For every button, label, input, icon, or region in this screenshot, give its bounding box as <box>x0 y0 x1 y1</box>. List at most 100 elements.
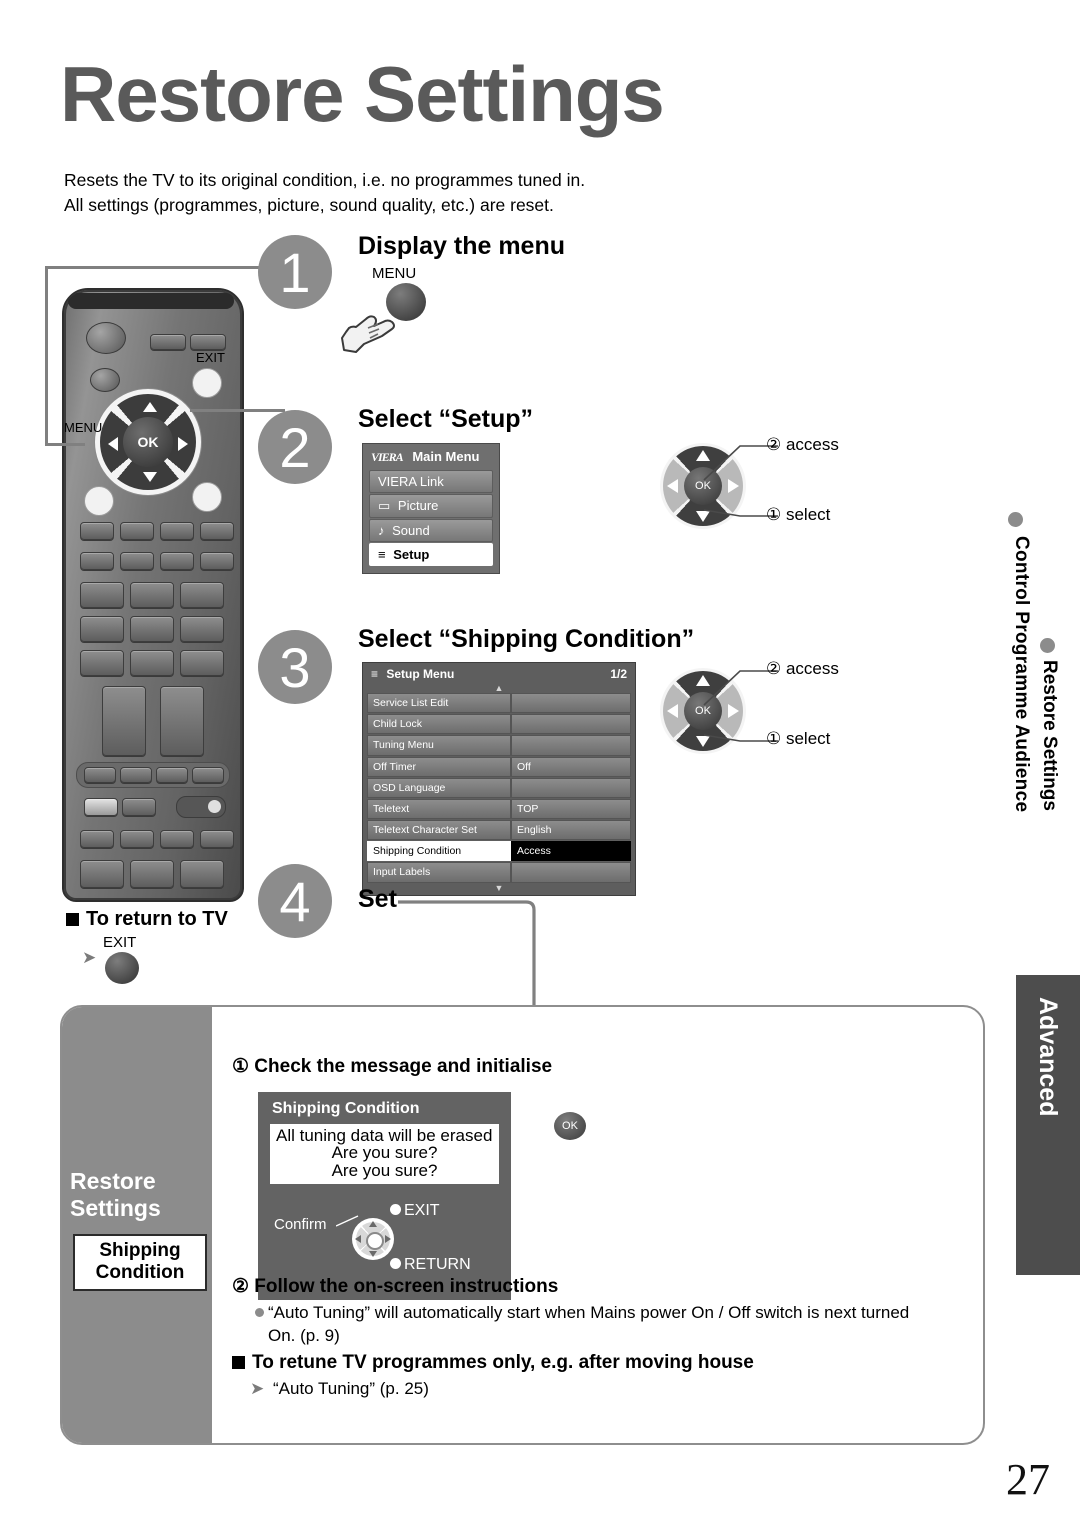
remote-key[interactable] <box>180 860 224 888</box>
dialog-return-row[interactable]: RETURN <box>390 1256 471 1274</box>
remote-key[interactable] <box>200 830 234 848</box>
remote-numeric-key[interactable] <box>180 616 224 642</box>
sidebar-tab-advanced[interactable]: Advanced <box>1016 975 1080 1275</box>
remote-key[interactable] <box>120 830 154 848</box>
remote-menu-button[interactable] <box>84 486 114 516</box>
dialog-dpad-up-icon[interactable] <box>369 1220 377 1227</box>
setup-row-name: OSD Language <box>367 777 511 798</box>
main-menu-item-label: VIERA Link <box>378 474 444 489</box>
dpad-left-icon[interactable] <box>667 479 678 493</box>
remote-key[interactable] <box>160 552 194 570</box>
main-menu-item-viera-link[interactable]: VIERA Link <box>369 470 493 493</box>
main-menu-header: VIERA Main Menu <box>363 444 499 469</box>
dialog-message: All tuning data will be erased Are you s… <box>270 1124 499 1184</box>
remote-dpad[interactable]: OK <box>94 388 202 496</box>
remote-power-button[interactable] <box>86 322 126 354</box>
setup-menu-title: Setup Menu <box>386 667 455 681</box>
remote-numeric-key[interactable] <box>80 616 124 642</box>
remote-key[interactable] <box>120 552 154 570</box>
remote-colour-key[interactable] <box>156 767 188 783</box>
bottom-note-1-text: “Auto Tuning” will automatically start w… <box>268 1303 910 1322</box>
remote-top-button-2[interactable] <box>190 334 226 350</box>
sidebar-bullet-outer-icon <box>1008 512 1023 527</box>
side-label-line1: Restore <box>70 1168 156 1194</box>
main-menu-panel: VIERA Main Menu VIERA Link ▭ Picture ♪ S… <box>362 443 500 574</box>
remote-numeric-key[interactable] <box>130 582 174 608</box>
remote-key[interactable] <box>80 860 124 888</box>
intro-line-2: All settings (programmes, picture, sound… <box>64 194 554 215</box>
scroll-up-caret-icon[interactable]: ▲ <box>363 684 635 693</box>
remote-numeric-key[interactable] <box>80 582 124 608</box>
setup-row-service-list-edit[interactable]: Service List Edit <box>367 693 631 714</box>
setup-row-input-labels[interactable]: Input Labels <box>367 862 631 883</box>
step1-menu-label: MENU <box>372 265 417 282</box>
remote-channel-rocker[interactable] <box>160 686 204 756</box>
bottom-sub-2: ② Follow the on-screen instructions <box>232 1276 559 1297</box>
remote-colour-key[interactable] <box>120 767 152 783</box>
remote-key-light[interactable] <box>84 798 118 816</box>
remote-key[interactable] <box>200 552 234 570</box>
dialog-exit-row[interactable]: EXIT <box>390 1202 440 1220</box>
dialog-dpad-center-icon[interactable] <box>366 1231 384 1250</box>
remote-dpad-right-icon[interactable] <box>178 437 188 451</box>
dialog-dpad-right-icon[interactable] <box>385 1234 391 1243</box>
remote-ok-button[interactable]: OK <box>123 417 173 467</box>
remote-dpad-left-icon[interactable] <box>108 437 118 451</box>
remote-key[interactable] <box>160 522 194 540</box>
dpad-left-icon[interactable] <box>667 704 678 718</box>
remote-key[interactable] <box>130 860 174 888</box>
setup-row-shipping-condition[interactable]: Shipping Condition Access <box>367 841 631 862</box>
remote-key[interactable] <box>80 522 114 540</box>
remote-colour-key[interactable] <box>192 767 224 783</box>
remote-numeric-key[interactable] <box>80 650 124 676</box>
remote-key[interactable] <box>160 830 194 848</box>
setup-row-value: Off <box>511 756 631 777</box>
step-1-circle: 1 <box>258 235 332 309</box>
pointing-hand-icon <box>341 315 395 353</box>
remote-top-button-1[interactable] <box>150 334 186 350</box>
main-menu-item-setup[interactable]: ≡ Setup <box>369 543 493 566</box>
setup-menu-header: ≡ Setup Menu 1/2 <box>363 663 635 684</box>
dialog-dpad-left-icon[interactable] <box>355 1234 361 1243</box>
setup-row-off-timer[interactable]: Off Timer Off <box>367 756 631 777</box>
remote-key[interactable] <box>80 830 114 848</box>
remote-exit-button[interactable] <box>192 368 222 398</box>
setup-row-osd-language[interactable]: OSD Language <box>367 777 631 798</box>
main-menu-item-picture[interactable]: ▭ Picture <box>369 494 493 518</box>
remote-small-button[interactable] <box>90 368 120 392</box>
exit-button-illustration[interactable] <box>105 952 139 984</box>
dialog-dpad-down-icon[interactable] <box>369 1250 377 1257</box>
remote-volume-rocker[interactable] <box>102 686 146 756</box>
remote-colour-key[interactable] <box>84 767 116 783</box>
remote-dpad-down-icon[interactable] <box>143 472 157 482</box>
intro-line-1: Resets the TV to its original condition,… <box>64 170 586 190</box>
side-label-line2: Settings <box>70 1195 161 1222</box>
step-4-circle: 4 <box>258 864 332 938</box>
remote-control-illustration: OK <box>62 288 244 902</box>
remote-numeric-key[interactable] <box>180 582 224 608</box>
side-shipping-condition-chip: Shipping Condition <box>73 1234 207 1291</box>
remote-toggle-knob[interactable] <box>208 800 221 813</box>
remote-dpad-up-icon[interactable] <box>143 402 157 412</box>
remote-key[interactable] <box>80 552 114 570</box>
intro-text: Resets the TV to its original condition,… <box>64 168 585 218</box>
remote-numeric-key[interactable] <box>130 650 174 676</box>
setup-row-teletext[interactable]: Teletext TOP <box>367 798 631 820</box>
remote-option-button[interactable] <box>192 482 222 512</box>
remote-toggle-switch[interactable] <box>176 796 226 818</box>
setup-row-child-lock[interactable]: Child Lock <box>367 714 631 735</box>
main-menu-item-sound[interactable]: ♪ Sound <box>369 519 493 542</box>
remote-menu-label: MENU <box>64 420 103 435</box>
dialog-ok-button[interactable]: OK <box>554 1112 586 1140</box>
setup-row-teletext-character-set[interactable]: Teletext Character Set English <box>367 820 631 841</box>
setup-row-name: Service List Edit <box>367 693 511 714</box>
setup-row-tuning-menu[interactable]: Tuning Menu <box>367 735 631 756</box>
dialog-dpad-icon[interactable] <box>352 1217 394 1260</box>
remote-numeric-key[interactable] <box>130 616 174 642</box>
remote-key[interactable] <box>200 522 234 540</box>
remote-key[interactable] <box>120 522 154 540</box>
remote-numeric-key[interactable] <box>180 650 224 676</box>
remote-key[interactable] <box>122 798 156 816</box>
chip-line1: Shipping <box>99 1240 181 1261</box>
annotation-access-step2: ② access <box>766 435 839 454</box>
